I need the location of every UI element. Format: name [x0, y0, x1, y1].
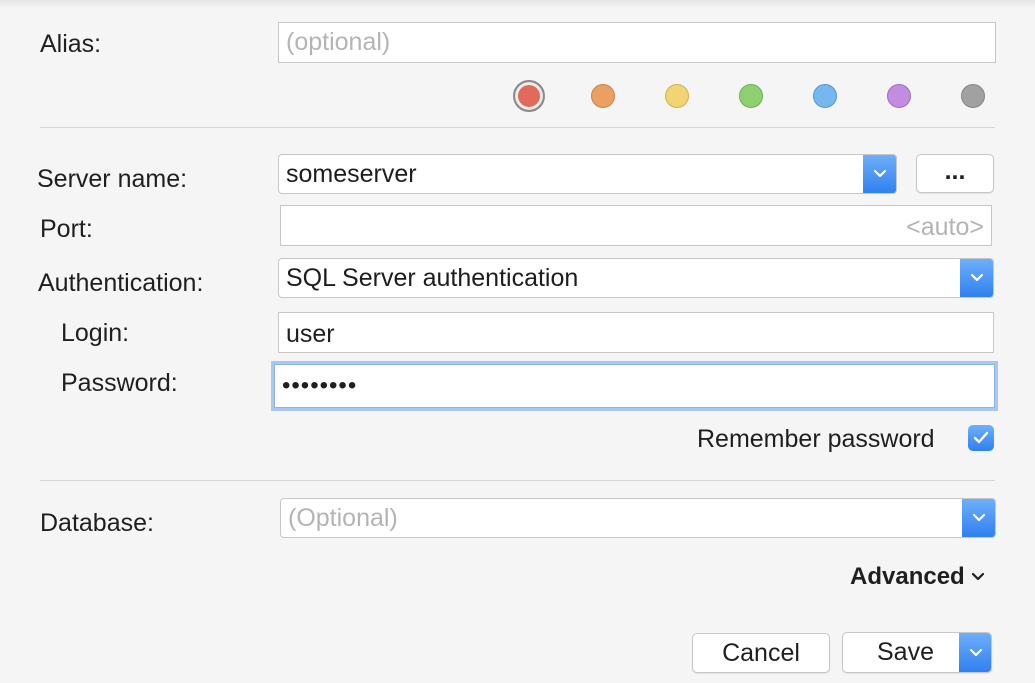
chevron-down-icon — [873, 169, 887, 178]
color-swatch-blue[interactable] — [813, 84, 837, 108]
server-name-combobox[interactable]: someserver — [278, 154, 897, 194]
divider — [40, 480, 995, 481]
login-label: Login: — [61, 319, 130, 347]
authentication-value: SQL Server authentication — [286, 263, 579, 292]
cancel-button[interactable]: Cancel — [692, 633, 830, 673]
color-swatch-orange[interactable] — [591, 84, 615, 108]
remember-password-checkbox[interactable] — [968, 425, 994, 451]
password-label: Password: — [61, 369, 178, 397]
advanced-toggle[interactable]: Advanced — [850, 563, 985, 591]
authentication-dropdown-button[interactable] — [960, 259, 993, 297]
save-button-label: Save — [877, 638, 934, 666]
advanced-label: Advanced — [850, 563, 965, 590]
database-placeholder: (Optional) — [288, 503, 398, 532]
color-swatch-yellow[interactable] — [665, 84, 689, 108]
browse-servers-button[interactable]: ... — [916, 154, 994, 193]
database-label: Database: — [40, 509, 154, 537]
save-button[interactable]: Save — [842, 632, 992, 673]
chevron-down-icon — [969, 648, 982, 656]
divider — [40, 127, 995, 128]
database-combobox[interactable]: (Optional) — [280, 498, 996, 538]
server-name-value: someserver — [286, 159, 417, 188]
database-dropdown-button[interactable] — [962, 499, 995, 537]
color-swatch-red[interactable] — [513, 80, 545, 112]
alias-input[interactable]: (optional) — [278, 22, 996, 63]
color-swatch-purple[interactable] — [887, 84, 911, 108]
port-label: Port: — [40, 215, 93, 243]
save-options-dropdown-button[interactable] — [959, 633, 991, 672]
password-input[interactable]: •••••••• — [274, 364, 995, 408]
chevron-down-icon — [971, 572, 984, 581]
color-swatch-gray[interactable] — [961, 84, 985, 108]
chevron-down-icon — [970, 273, 984, 282]
port-input[interactable]: <auto> — [280, 205, 992, 246]
alias-label: Alias: — [40, 30, 102, 58]
window-top-edge — [0, 0, 1035, 8]
login-input[interactable]: user — [278, 312, 994, 353]
checkmark-icon — [973, 431, 989, 444]
color-swatch-green[interactable] — [739, 84, 763, 108]
authentication-select[interactable]: SQL Server authentication — [278, 258, 994, 298]
remember-password-label: Remember password — [697, 425, 935, 453]
authentication-label: Authentication: — [38, 269, 204, 297]
server-name-label: Server name: — [37, 165, 188, 193]
chevron-down-icon — [972, 513, 986, 522]
server-name-dropdown-button[interactable] — [863, 155, 896, 193]
